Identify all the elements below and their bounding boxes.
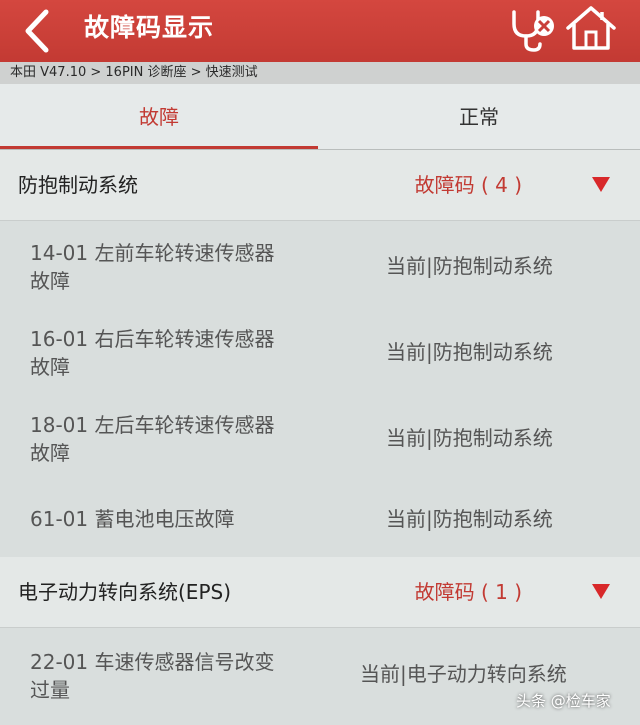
triangle-down-icon	[592, 177, 610, 192]
tab-fault[interactable]: 故障	[0, 84, 318, 150]
fault-code: 22-01 车速传感器信号改变	[30, 650, 275, 674]
fault-code-cont: 过量	[30, 678, 70, 702]
watermark: 头条 @检车家	[516, 692, 611, 710]
system-name: 防抱制动系统	[18, 173, 138, 197]
fault-status: 当前|防抱制动系统	[386, 507, 553, 531]
fault-row[interactable]: 14-01 左前车轮转速传感器 故障 当前|防抱制动系统	[0, 221, 640, 307]
fault-code: 61-01 蓄电池电压故障	[30, 507, 235, 531]
home-icon	[566, 6, 616, 50]
fault-code-cont: 故障	[30, 269, 70, 293]
stethoscope-clear-icon	[512, 10, 554, 52]
fault-code: 18-01 左后车轮转速传感器	[30, 413, 275, 437]
system-name: 电子动力转向系统(EPS)	[18, 580, 231, 604]
fault-status: 当前|电子动力转向系统	[360, 662, 567, 686]
fault-code: 16-01 右后车轮转速传感器	[30, 327, 275, 351]
system-header-eps[interactable]: 电子动力转向系统(EPS) 故障码 ( 1 )	[0, 557, 640, 627]
title-bar: 故障码显示	[0, 0, 640, 62]
back-button[interactable]	[18, 8, 58, 54]
page-title: 故障码显示	[84, 13, 215, 42]
fault-count: 故障码 ( 4 )	[414, 173, 522, 197]
fault-status: 当前|防抱制动系统	[386, 340, 553, 364]
fault-code-cont: 故障	[30, 355, 70, 379]
fault-code: 14-01 左前车轮转速传感器	[30, 241, 275, 265]
fault-status: 当前|防抱制动系统	[386, 426, 553, 450]
system-header-abs[interactable]: 防抱制动系统 故障码 ( 4 )	[0, 150, 640, 220]
tab-bar: 故障 正常	[0, 84, 640, 150]
tab-normal[interactable]: 正常	[318, 84, 640, 150]
fault-row[interactable]: 61-01 蓄电池电压故障 当前|防抱制动系统	[0, 479, 640, 557]
fault-row[interactable]: 18-01 左后车轮转速传感器 故障 当前|防抱制动系统	[0, 393, 640, 479]
home-button[interactable]	[564, 4, 618, 54]
triangle-down-icon	[592, 584, 610, 599]
back-arrow-icon	[25, 9, 49, 53]
breadcrumb: 本田 V47.10 > 16PIN 诊断座 > 快速测试	[0, 62, 640, 84]
fault-row[interactable]: 16-01 右后车轮转速传感器 故障 当前|防抱制动系统	[0, 307, 640, 393]
fault-code-cont: 故障	[30, 441, 70, 465]
clear-codes-button[interactable]	[508, 6, 558, 54]
fault-status: 当前|防抱制动系统	[386, 254, 553, 278]
fault-count: 故障码 ( 1 )	[414, 580, 522, 604]
